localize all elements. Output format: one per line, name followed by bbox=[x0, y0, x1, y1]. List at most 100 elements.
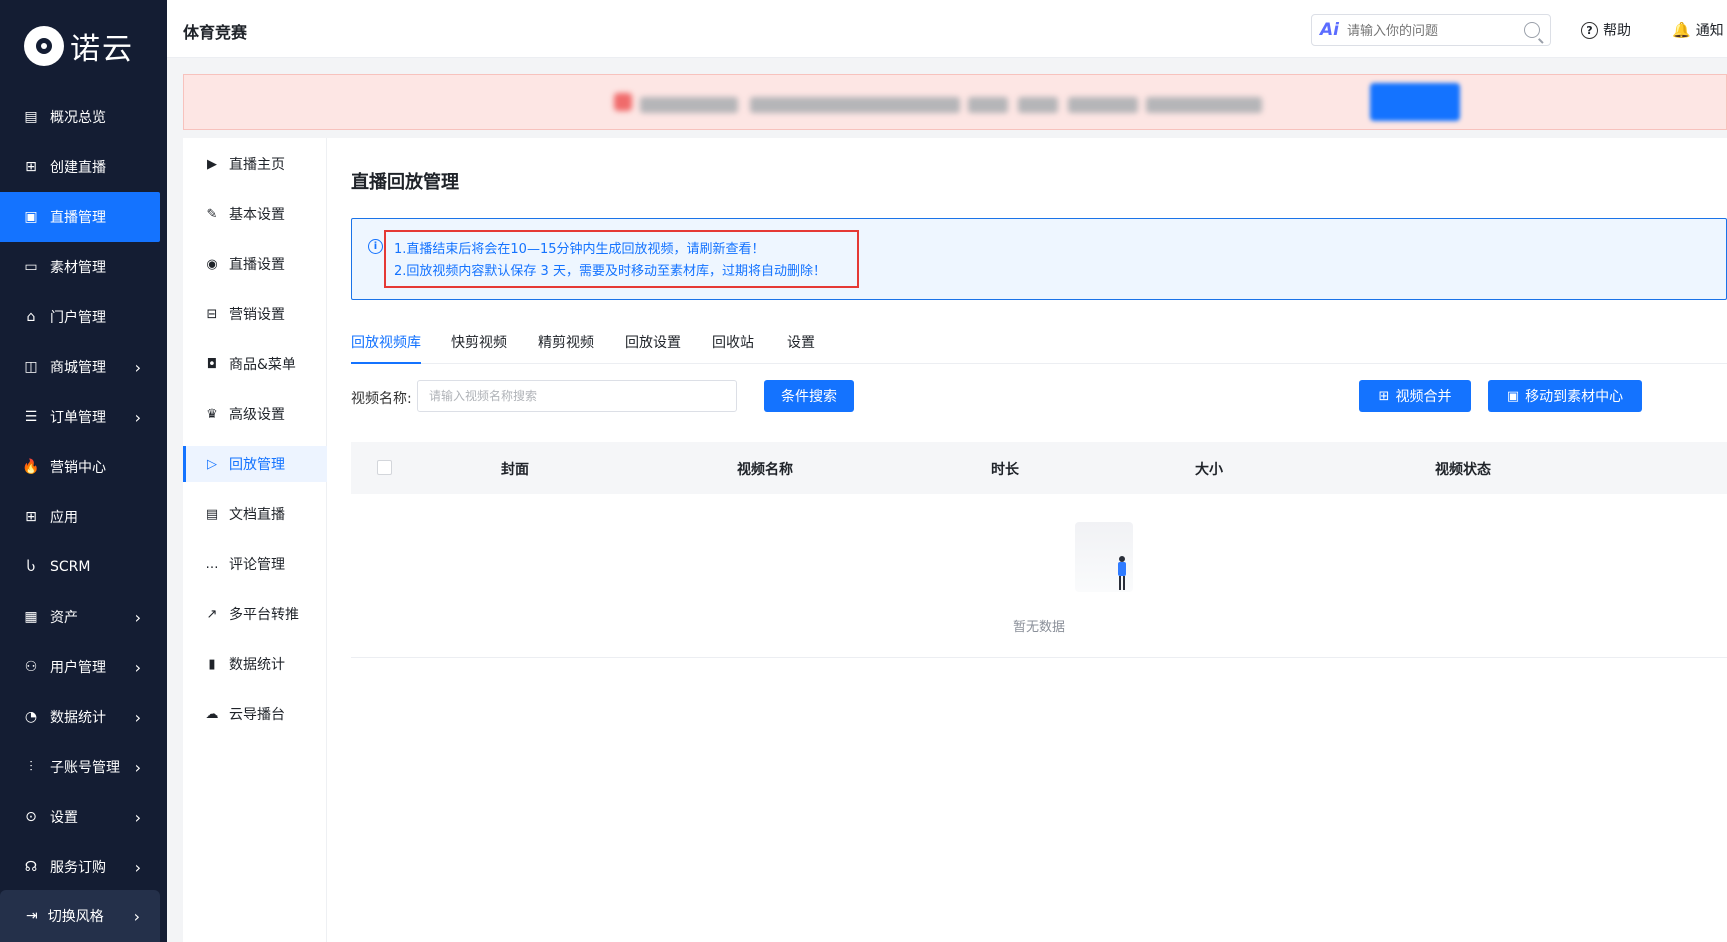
folder-icon: ▭ bbox=[24, 259, 38, 275]
subnav-item[interactable]: ◉ 直播设置 bbox=[183, 246, 327, 282]
bar-chart-icon: ▮ bbox=[208, 656, 216, 672]
info-icon: i bbox=[368, 239, 383, 254]
banner-blurred-icon bbox=[614, 93, 632, 111]
sidebar-item[interactable]: ⊞ 应用 bbox=[0, 492, 167, 542]
sidebar-item[interactable]: ▦ 资产 › bbox=[0, 592, 167, 642]
help-label: 帮助 bbox=[1603, 23, 1631, 39]
subnav-item-label: 多平台转推 bbox=[229, 607, 299, 623]
help-icon: ? bbox=[1581, 21, 1598, 39]
edit-icon: ✎ bbox=[206, 206, 218, 222]
ai-search-input[interactable] bbox=[1346, 22, 1517, 38]
sidebar-item-label: 商城管理 bbox=[50, 360, 106, 376]
sidebar-item[interactable]: ☰ 订单管理 › bbox=[0, 392, 167, 442]
assets-icon: ▦ bbox=[24, 609, 38, 625]
main-sidebar: 诺云 ▤ 概况总览 ⊞ 创建直播 ▣ 直播管理 ▭ 素材管理 ⌂ 门户管理 ◫ 商城管理 › ☰ 订单管理 ›… bbox=[0, 0, 167, 942]
top-header: 体育竞赛 Ai ? 帮助 🔔 通知 bbox=[167, 0, 1727, 58]
theme-switch-icon: ⇥ bbox=[26, 908, 38, 924]
sidebar-item[interactable]: ▤ 概况总览 bbox=[0, 92, 167, 142]
tab-settings[interactable]: 设置 bbox=[787, 332, 815, 362]
subnav-item-label: 文档直播 bbox=[229, 507, 285, 523]
tab-fine-clip[interactable]: 精剪视频 bbox=[538, 332, 594, 362]
banner-blurred-button[interactable] bbox=[1370, 83, 1460, 121]
table-header: 封面 视频名称 时长 大小 视频状态 bbox=[351, 442, 1727, 494]
sidebar-item[interactable]: ▣ 直播管理 bbox=[0, 192, 160, 242]
banner-blurred-text bbox=[750, 97, 960, 113]
ai-search-box[interactable]: Ai bbox=[1311, 14, 1551, 46]
move-to-material-button[interactable]: ▣ 移动到素材中心 bbox=[1488, 380, 1642, 412]
crown-icon: ♛ bbox=[206, 406, 218, 422]
replay-management: 直播回放管理 i 1.直播结束后将会在10—15分钟内生成回放视频，请刷新查看！… bbox=[351, 138, 1727, 942]
fire-icon: 🔥 bbox=[22, 459, 40, 475]
subnav-item-label: 商品&菜单 bbox=[229, 357, 296, 373]
video-name-input[interactable] bbox=[417, 380, 737, 412]
column-header-duration: 时长 bbox=[991, 462, 1019, 478]
share-icon: ↗ bbox=[206, 606, 218, 622]
sidebar-item[interactable]: Ⴑ SCRM bbox=[0, 542, 167, 592]
order-icon: ☰ bbox=[24, 409, 38, 425]
subnav-item[interactable]: ↗ 多平台转推 bbox=[183, 596, 327, 632]
logo-icon bbox=[24, 26, 64, 66]
sidebar-item[interactable]: ☊ 服务订购 › bbox=[0, 842, 167, 892]
subnav-item-label: 回放管理 bbox=[229, 457, 285, 473]
sidebar-nav: ▤ 概况总览 ⊞ 创建直播 ▣ 直播管理 ▭ 素材管理 ⌂ 门户管理 ◫ 商城管理 › ☰ 订单管理 › 🔥 营销… bbox=[0, 92, 167, 892]
empty-state: 暂无数据 bbox=[351, 494, 1727, 658]
column-header-cover: 封面 bbox=[501, 462, 529, 478]
subnav-item[interactable]: ✎ 基本设置 bbox=[183, 196, 327, 232]
sidebar-item-label: 素材管理 bbox=[50, 260, 106, 276]
subnav-item-label: 高级设置 bbox=[229, 407, 285, 423]
sidebar-item-label: 门户管理 bbox=[50, 310, 106, 326]
section-title: 直播回放管理 bbox=[351, 172, 459, 193]
theme-switch-button[interactable]: ⇥ 切换风格 › bbox=[0, 890, 160, 942]
sidebar-item[interactable]: ⌂ 门户管理 bbox=[0, 292, 167, 342]
pie-chart-icon: ◔ bbox=[24, 709, 38, 725]
tips-alert: i 1.直播结束后将会在10—15分钟内生成回放视频，请刷新查看！ 2.回放视频… bbox=[351, 218, 1727, 300]
video-name-label: 视频名称: bbox=[351, 391, 412, 407]
tips-highlight-box: 1.直播结束后将会在10—15分钟内生成回放视频，请刷新查看！ 2.回放视频内容… bbox=[384, 230, 859, 288]
banner-blurred-text bbox=[968, 97, 1008, 113]
replay-icon: ▷ bbox=[207, 456, 217, 472]
service-icon: ☊ bbox=[24, 859, 38, 875]
tab-recycle-bin[interactable]: 回收站 bbox=[712, 332, 754, 362]
merge-video-button[interactable]: ⊞ 视频合并 bbox=[1359, 380, 1471, 412]
help-link[interactable]: ? 帮助 bbox=[1581, 20, 1631, 40]
select-all-checkbox[interactable] bbox=[377, 460, 392, 475]
sidebar-item-label: 概况总览 bbox=[50, 110, 106, 126]
subnav-item[interactable]: ▶ 直播主页 bbox=[183, 146, 327, 182]
sidebar-item[interactable]: ⫶ 子账号管理 › bbox=[0, 742, 167, 792]
comment-icon: … bbox=[205, 556, 219, 572]
column-header-video-name: 视频名称 bbox=[737, 462, 793, 478]
subnav-item[interactable]: ▷ 回放管理 bbox=[183, 446, 327, 482]
subnav-item[interactable]: ♛ 高级设置 bbox=[183, 396, 327, 432]
subnav-item[interactable]: ⊟ 营销设置 bbox=[183, 296, 327, 332]
subnav-item[interactable]: … 评论管理 bbox=[183, 546, 327, 582]
tab-replay-library[interactable]: 回放视频库 bbox=[351, 332, 421, 364]
search-button[interactable]: 条件搜索 bbox=[764, 380, 854, 412]
banner-blurred-text bbox=[1018, 97, 1058, 113]
sidebar-item[interactable]: ⚇ 用户管理 › bbox=[0, 642, 167, 692]
merge-icon: ⊞ bbox=[1378, 388, 1390, 404]
sidebar-item[interactable]: 🔥 营销中心 bbox=[0, 442, 167, 492]
subnav-item[interactable]: ◘ 商品&菜单 bbox=[183, 346, 327, 382]
tab-quick-clip[interactable]: 快剪视频 bbox=[451, 332, 507, 362]
settings-icon: ⊙ bbox=[25, 809, 37, 825]
subnav-item[interactable]: ☁ 云导播台 bbox=[183, 696, 327, 732]
merge-video-label: 视频合并 bbox=[1395, 389, 1452, 405]
sidebar-item[interactable]: ◫ 商城管理 › bbox=[0, 342, 167, 392]
sidebar-item[interactable]: ⊙ 设置 › bbox=[0, 792, 167, 842]
scrm-icon: Ⴑ bbox=[26, 559, 36, 575]
sidebar-item[interactable]: ▭ 素材管理 bbox=[0, 242, 167, 292]
chevron-right-icon: › bbox=[134, 757, 141, 777]
search-icon[interactable] bbox=[1524, 22, 1540, 38]
move-folder-icon: ▣ bbox=[1506, 388, 1520, 404]
brand-logo[interactable]: 诺云 bbox=[0, 0, 167, 92]
tip-line: 2.回放视频内容默认保存 3 天，需要及时移动至素材库，过期将自动删除！ bbox=[394, 264, 826, 279]
cloud-play-icon: ☁ bbox=[205, 706, 219, 722]
sidebar-item[interactable]: ⊞ 创建直播 bbox=[0, 142, 167, 192]
notice-link[interactable]: 🔔 通知 bbox=[1672, 20, 1724, 40]
sidebar-item[interactable]: ◔ 数据统计 › bbox=[0, 692, 167, 742]
sidebar-item-label: 直播管理 bbox=[50, 210, 106, 226]
tab-replay-settings[interactable]: 回放设置 bbox=[625, 332, 681, 362]
subnav-item[interactable]: ▮ 数据统计 bbox=[183, 646, 327, 682]
empty-illustration-icon bbox=[1071, 522, 1135, 598]
subnav-item[interactable]: ▤ 文档直播 bbox=[183, 496, 327, 532]
